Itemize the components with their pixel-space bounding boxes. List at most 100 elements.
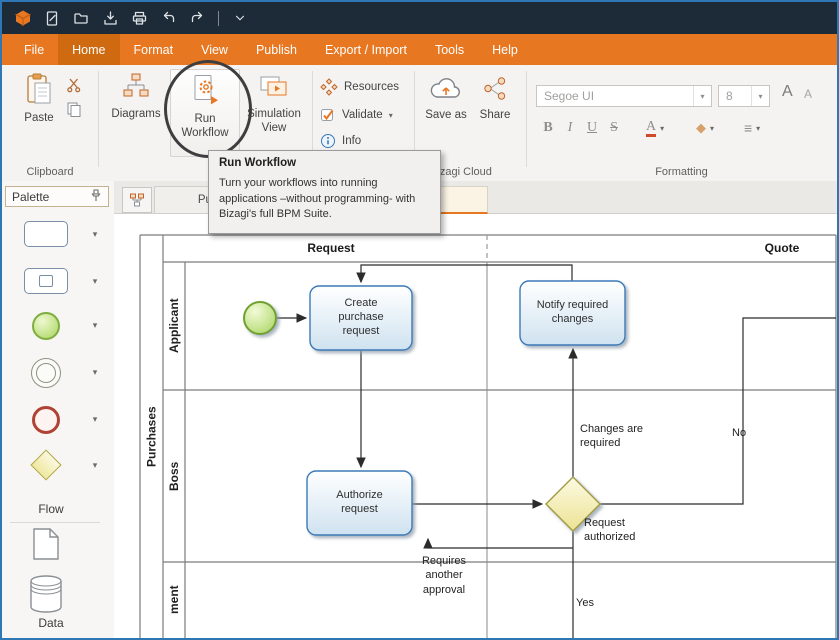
chevron-down-icon[interactable]: ▾ xyxy=(88,414,102,425)
validate-button[interactable]: Validate ▾ xyxy=(320,105,393,125)
share-button[interactable]: Share xyxy=(474,75,516,123)
copy-icon xyxy=(66,101,82,117)
task-label: Authorize request xyxy=(307,471,412,535)
font-color-letter: A xyxy=(646,120,656,137)
palette-flow-section-label: Flow xyxy=(2,502,100,516)
validate-label: Validate xyxy=(342,109,383,121)
tab-format[interactable]: Format xyxy=(120,34,188,65)
shape-fill-button[interactable]: ◆ ▾ xyxy=(696,117,714,139)
validate-checkbox-icon xyxy=(320,107,336,123)
info-button[interactable]: Info xyxy=(320,131,361,151)
save-as-button[interactable]: Save as xyxy=(422,75,470,123)
app-logo xyxy=(12,7,34,29)
task-label: Create purchase request xyxy=(310,286,412,350)
data-store-cylinder-icon xyxy=(29,574,63,614)
italic-button[interactable]: I xyxy=(560,117,580,139)
new-diagram-button[interactable] xyxy=(41,7,63,29)
simulation-view-label: Simulation View xyxy=(244,108,304,136)
bold-button[interactable]: B xyxy=(538,117,558,139)
fill-diamond-icon: ◆ xyxy=(696,120,706,136)
font-family-select[interactable]: Segoe UI ▾ xyxy=(536,85,712,107)
palette-task-shape[interactable] xyxy=(24,221,68,247)
run-workflow-tooltip: Run Workflow Turn your workflows into ru… xyxy=(208,150,441,234)
palette-end-event-shape[interactable] xyxy=(32,406,60,434)
paste-button[interactable]: Paste xyxy=(14,73,64,126)
chevron-down-icon: ▾ xyxy=(693,86,711,106)
highlight-circle-annotation xyxy=(164,60,252,158)
strikethrough-button[interactable]: S xyxy=(604,117,624,139)
task-label-text: Create purchase request xyxy=(324,297,398,338)
chevron-down-icon[interactable]: ▾ xyxy=(88,367,102,378)
phase-label-quote: Quote xyxy=(742,241,822,255)
edge-label-yes: Yes xyxy=(576,596,606,610)
chevron-down-icon[interactable]: ▾ xyxy=(88,460,102,471)
paste-clipboard-icon xyxy=(25,73,53,105)
grow-font-button[interactable]: A xyxy=(782,83,793,101)
copy-button[interactable] xyxy=(66,101,82,122)
font-color-button[interactable]: A ▾ xyxy=(646,117,664,139)
diagram-canvas[interactable]: Purchases Applicant Boss ment Request Qu… xyxy=(114,214,837,638)
clipboard-group-label: Clipboard xyxy=(2,166,98,178)
cut-button[interactable] xyxy=(66,77,82,98)
open-button[interactable] xyxy=(70,7,92,29)
shrink-font-button[interactable]: A xyxy=(804,87,812,101)
tab-tools[interactable]: Tools xyxy=(421,34,478,65)
undo-icon xyxy=(160,10,177,27)
chevron-down-icon xyxy=(233,11,247,25)
palette-header: Palette xyxy=(5,186,109,207)
data-object-icon xyxy=(33,528,59,560)
tab-export-import[interactable]: Export / Import xyxy=(311,34,421,65)
bizagi-logo-icon xyxy=(14,9,32,27)
group-separator xyxy=(98,71,99,167)
lane-label-boss: Boss xyxy=(163,390,185,562)
text-align-button[interactable]: ≡ ▾ xyxy=(744,117,760,139)
process-view-button[interactable] xyxy=(122,187,152,213)
customize-toolbar-button[interactable] xyxy=(229,7,251,29)
chevron-down-icon: ▾ xyxy=(751,86,769,106)
palette-data-store-shape[interactable] xyxy=(29,574,63,619)
task-label-text: Notify required changes xyxy=(525,299,621,327)
palette-gateway-shape[interactable] xyxy=(30,449,61,480)
new-document-icon xyxy=(44,10,61,27)
tab-home[interactable]: Home xyxy=(58,34,119,65)
tooltip-body: Turn your workflows into running applica… xyxy=(219,176,430,223)
palette-panel: Palette ▾ ▾ ▾ ▾ ▾ ▾ Flow xyxy=(2,181,115,638)
import-button[interactable] xyxy=(99,7,121,29)
redo-button[interactable] xyxy=(186,7,208,29)
edge-label-request-authorized: Request authorized xyxy=(584,516,660,545)
undo-button[interactable] xyxy=(157,7,179,29)
share-label: Share xyxy=(480,109,511,123)
tab-help[interactable]: Help xyxy=(478,34,532,65)
resources-button[interactable]: Resources xyxy=(320,77,399,97)
lane-label-partial: ment xyxy=(163,562,185,638)
chevron-down-icon[interactable]: ▾ xyxy=(88,320,102,331)
chevron-down-icon[interactable]: ▾ xyxy=(88,229,102,240)
chevron-down-icon: ▾ xyxy=(710,124,714,133)
palette-start-event-shape[interactable] xyxy=(32,312,60,340)
chevron-down-icon: ▾ xyxy=(660,124,664,133)
mini-diagram-icon xyxy=(129,193,145,207)
chevron-down-icon[interactable]: ▾ xyxy=(88,276,102,287)
font-size-select[interactable]: 8 ▾ xyxy=(718,85,770,107)
pushpin-icon xyxy=(90,189,102,202)
ribbon-tab-bar: File Home Format View Publish Export / I… xyxy=(2,34,837,65)
diagrams-button[interactable]: Diagrams xyxy=(106,73,166,122)
app-window: File Home Format View Publish Export / I… xyxy=(0,0,839,640)
underline-button[interactable]: U xyxy=(582,117,602,139)
resources-icon xyxy=(320,78,338,96)
align-lines-icon: ≡ xyxy=(744,120,752,136)
tab-publish[interactable]: Publish xyxy=(242,34,311,65)
tab-file[interactable]: File xyxy=(10,34,58,65)
palette-data-object-shape[interactable] xyxy=(33,528,59,565)
pin-button[interactable] xyxy=(90,189,102,205)
edge-label-no: No xyxy=(732,426,762,440)
printer-icon xyxy=(131,10,148,27)
palette-data-section-label: Data xyxy=(2,616,100,630)
chevron-down-icon: ▾ xyxy=(756,124,760,133)
print-button[interactable] xyxy=(128,7,150,29)
palette-intermediate-event-shape[interactable] xyxy=(31,358,61,388)
start-event-node[interactable] xyxy=(244,302,276,334)
palette-subprocess-shape[interactable] xyxy=(24,268,68,294)
task-label: Notify required changes xyxy=(520,281,625,345)
diagrams-icon xyxy=(121,73,151,101)
